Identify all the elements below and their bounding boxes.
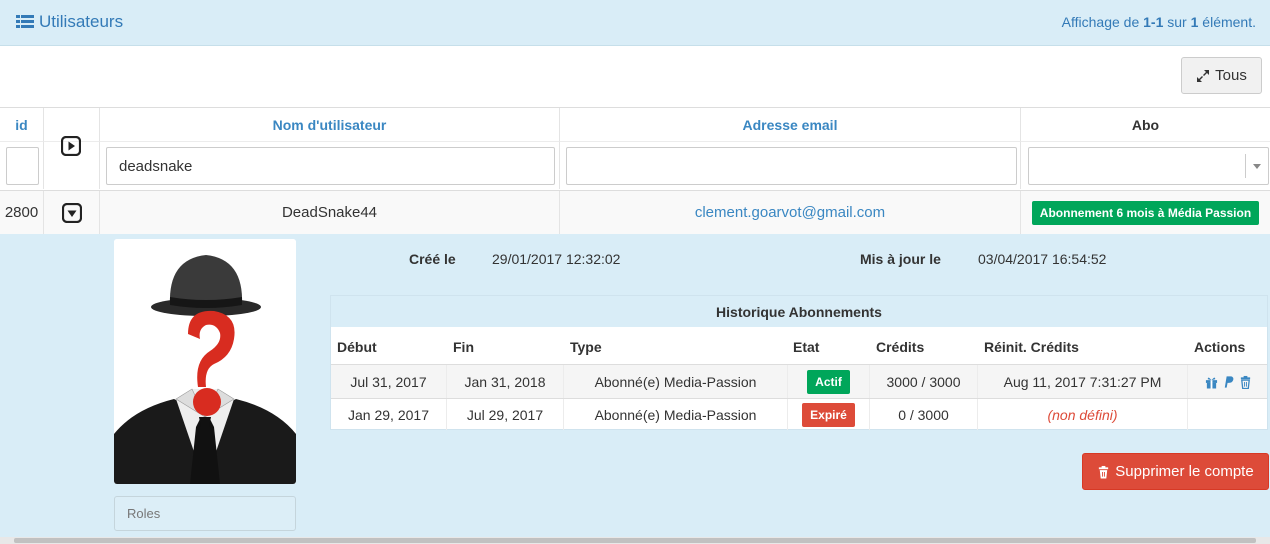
subscription-badge: Abonnement 6 mois à Média Passion	[1031, 200, 1260, 225]
row-id: 2800	[0, 191, 44, 234]
toolbar: Tous	[0, 46, 1270, 108]
history-debut: Jan 29, 2017	[331, 399, 447, 430]
history-etat: Expiré	[788, 399, 870, 430]
paypal-icon[interactable]	[1222, 375, 1235, 389]
list-icon	[16, 15, 34, 28]
filter-cell-abo	[1021, 141, 1270, 189]
filter-id-input[interactable]	[6, 147, 39, 185]
filter-username-input[interactable]	[106, 147, 555, 185]
collapse-toggle-icon[interactable]	[61, 202, 82, 223]
history-etat: Actif	[788, 365, 870, 398]
user-detail-panel: Roles Créé le 29/01/2017 12:32:02 Mis à …	[0, 234, 1270, 537]
filter-cell-username	[100, 141, 560, 189]
filter-cell-id	[0, 141, 44, 189]
history-debut: Jul 31, 2017	[331, 365, 447, 398]
history-header-type: Type	[570, 339, 602, 355]
row-username: DeadSnake44	[100, 191, 560, 234]
trash-icon	[1099, 465, 1109, 478]
created-value: 29/01/2017 12:32:02	[492, 251, 621, 267]
updated-label: Mis à jour le	[860, 251, 941, 267]
status-badge-expired: Expiré	[802, 402, 855, 427]
row-email-link[interactable]: clement.goarvot@gmail.com	[560, 191, 1021, 234]
show-all-button[interactable]: Tous	[1181, 57, 1262, 94]
history-fin: Jul 29, 2017	[447, 399, 564, 430]
expand-icon	[1197, 69, 1210, 82]
history-title: Historique Abonnements	[331, 296, 1267, 329]
history-fin: Jan 31, 2018	[447, 365, 564, 398]
row-abo-cell: Abonnement 6 mois à Média Passion	[1021, 191, 1270, 234]
history-header-fin: Fin	[453, 339, 474, 355]
roles-field[interactable]: Roles	[114, 496, 296, 531]
history-type: Abonné(e) Media-Passion	[564, 399, 788, 430]
column-header-email[interactable]: Adresse email	[560, 108, 1021, 141]
column-header-username[interactable]: Nom d'utilisateur	[100, 108, 560, 141]
history-header-actions: Actions	[1194, 339, 1246, 355]
created-label: Créé le	[409, 251, 456, 267]
history-credits: 0 / 3000	[870, 399, 978, 430]
history-actions	[1188, 399, 1269, 430]
delete-account-label: Supprimer le compte	[1115, 463, 1254, 480]
table-row[interactable]: 2800 DeadSnake44 clement.goarvot@gmail.c…	[0, 190, 1270, 234]
status-badge-active: Actif	[807, 369, 850, 394]
history-header-debut: Début	[337, 339, 377, 355]
history-actions	[1188, 365, 1269, 398]
history-header-etat: Etat	[793, 339, 820, 355]
trash-icon[interactable]	[1239, 375, 1252, 389]
column-header-id[interactable]: id	[0, 108, 44, 141]
history-row: Jul 31, 2017 Jan 31, 2018 Abonné(e) Medi…	[331, 364, 1267, 398]
avatar	[114, 239, 296, 484]
history-row: Jan 29, 2017 Jul 29, 2017 Abonné(e) Medi…	[331, 398, 1267, 430]
history-reinit: Aug 11, 2017 7:31:27 PM	[978, 365, 1188, 398]
chevron-down-icon	[1253, 164, 1261, 169]
subscription-history-table: Historique Abonnements Début Fin Type Et…	[330, 295, 1268, 430]
play-icon[interactable]	[61, 136, 81, 156]
filter-abo-select[interactable]	[1028, 147, 1269, 185]
history-header-reinit: Réinit. Crédits	[984, 339, 1079, 355]
filter-cell-expand	[44, 136, 100, 189]
column-header-abo[interactable]: Abo	[1021, 108, 1270, 141]
row-expand-cell	[44, 191, 100, 234]
updated-value: 03/04/2017 16:54:52	[978, 251, 1107, 267]
history-type: Abonné(e) Media-Passion	[564, 365, 788, 398]
page-title-text: Utilisateurs	[39, 12, 124, 31]
show-all-label: Tous	[1215, 67, 1247, 84]
filter-email-input[interactable]	[566, 147, 1017, 185]
top-bar: Utilisateurs Affichage de 1-1 sur 1 élém…	[0, 0, 1270, 46]
filter-cell-email	[560, 141, 1021, 189]
horizontal-scrollbar[interactable]	[0, 537, 1270, 544]
history-credits: 3000 / 3000	[870, 365, 978, 398]
pagination-info: Affichage de 1-1 sur 1 élément.	[1061, 14, 1256, 30]
delete-account-button[interactable]: Supprimer le compte	[1082, 453, 1269, 490]
gift-icon[interactable]	[1205, 375, 1218, 389]
history-reinit: (non défini)	[978, 399, 1188, 430]
history-header-credits: Crédits	[876, 339, 925, 355]
page-title: Utilisateurs	[16, 12, 123, 32]
avatar-image	[114, 239, 296, 484]
scrollbar-thumb[interactable]	[14, 538, 1256, 543]
pager-range: 1-1	[1143, 14, 1164, 30]
